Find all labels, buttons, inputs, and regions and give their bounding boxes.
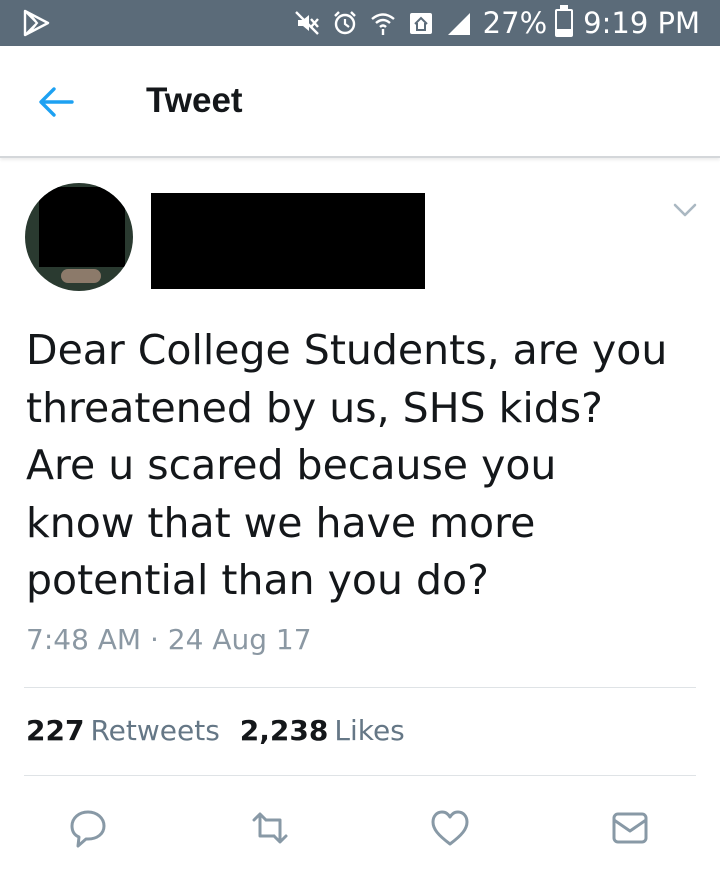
arrow-left-icon[interactable]	[36, 84, 76, 120]
status-indicators: 27% 9:19 PM	[293, 0, 700, 46]
likes-count: 2,238	[239, 714, 329, 747]
likes-stat[interactable]: 2,238 Likes	[240, 714, 405, 747]
battery-fill	[557, 28, 572, 35]
like-icon[interactable]	[428, 806, 472, 850]
play-store-icon	[22, 9, 52, 37]
battery-percent: 27%	[482, 6, 548, 40]
divider	[24, 687, 696, 688]
likes-label: Likes	[334, 714, 405, 747]
action-bar	[0, 800, 720, 854]
avatar-censor-bar	[39, 187, 125, 267]
clock: 9:19 PM	[583, 6, 700, 40]
divider	[24, 775, 696, 776]
alarm-icon	[331, 9, 359, 37]
retweets-stat[interactable]: 227 Retweets	[26, 714, 220, 747]
reply-icon[interactable]	[66, 806, 110, 850]
tweet-text: Dear College Students, are you threatene…	[26, 326, 668, 604]
username-censor-bar[interactable]	[151, 193, 425, 289]
page-title: Tweet	[146, 81, 243, 120]
home-icon	[407, 9, 435, 37]
retweets-count: 227	[26, 714, 85, 747]
tweet-stats: 227 Retweets 2,238 Likes	[26, 714, 405, 747]
message-icon[interactable]	[608, 806, 652, 850]
battery-icon	[555, 5, 574, 37]
status-bar: 27% 9:19 PM	[0, 0, 720, 46]
chevron-down-icon[interactable]	[672, 200, 698, 220]
header-bar: Tweet	[0, 46, 720, 158]
avatar[interactable]	[25, 183, 133, 291]
retweet-icon[interactable]	[248, 806, 292, 850]
retweets-label: Retweets	[90, 714, 220, 747]
mute-icon	[293, 9, 321, 37]
signal-icon	[445, 9, 473, 37]
tweet-timestamp[interactable]: 7:48 AM · 24 Aug 17	[26, 623, 312, 656]
wifi-icon	[369, 9, 397, 37]
